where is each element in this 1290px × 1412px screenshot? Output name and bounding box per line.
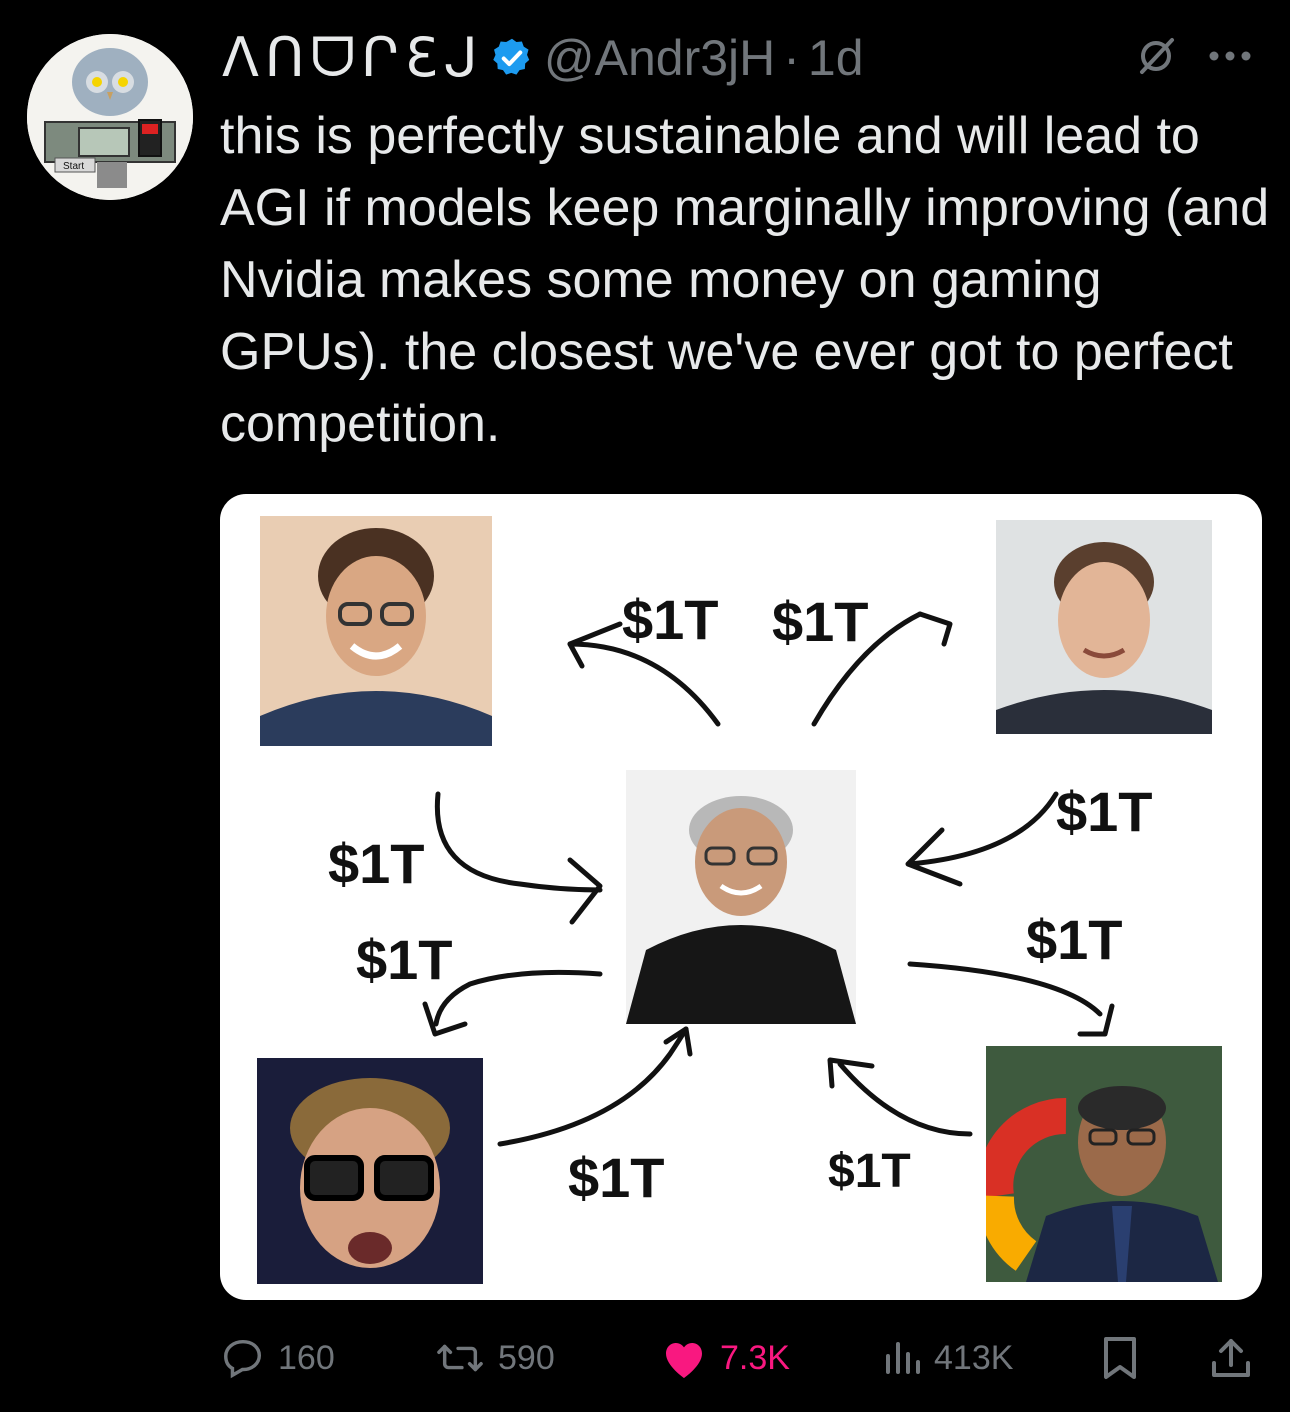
bookmark-button[interactable] [1100,1330,1140,1386]
label-top-right: $1T [772,590,869,653]
arrow-left-top-in [434,791,603,893]
views-icon [882,1338,922,1378]
arrow-bottom-right-in [837,1061,973,1137]
more-icon[interactable] [1208,49,1252,68]
repost-count: 590 [498,1338,555,1377]
handle[interactable]: @Andr3jH [544,29,775,87]
display-name[interactable]: ΛՈᗜՐƐᒍ [222,26,484,90]
action-bar: 160 590 7.3K 413K [220,1330,1270,1386]
like-button[interactable]: 7.3K [660,1330,790,1386]
bookmark-icon [1100,1335,1140,1381]
reply-count: 160 [278,1338,335,1377]
label-left-bottom: $1T [356,928,453,991]
label-right-bottom: $1T [1026,908,1123,971]
arrow-to-left-bottom [433,969,603,1027]
tweet-media[interactable]: $1T $1T $1T $1T $1T $1T $1T $1T [220,494,1262,1300]
repost-button[interactable]: 590 [434,1330,555,1386]
verified-icon [490,36,534,80]
repost-icon [434,1335,486,1381]
like-count: 7.3K [720,1338,790,1377]
timestamp[interactable]: 1d [808,29,864,87]
share-button[interactable] [1210,1330,1252,1386]
views-count: 413K [934,1338,1014,1377]
arrows-overlay [422,611,1115,1147]
tweet-text: this is perfectly sustainable and will l… [220,107,1270,453]
arrow-bottom-left-in [497,1026,689,1147]
heart-icon [660,1336,708,1380]
arrow-to-top-left [567,641,721,727]
label-bottom-left: $1T [568,1146,665,1209]
share-icon [1210,1335,1252,1381]
avatar-start-label: Start [63,161,84,172]
separator-dot: · [783,30,800,86]
avatar[interactable]: Start [27,34,193,200]
arrow-right-top-in [907,791,1059,867]
label-right-top: $1T [1056,780,1153,843]
arrow-to-right-bottom [907,961,1103,1017]
tweet-header: ΛՈᗜՐƐᒍ @Andr3jH · 1d [222,26,1272,90]
avatar-illustration: Start [27,34,193,200]
reply-button[interactable]: 160 [220,1330,335,1386]
label-top-left: $1T [622,588,719,651]
label-bottom-right: $1T [828,1145,911,1198]
views-button[interactable]: 413K [882,1330,1013,1386]
mute-icon[interactable] [1134,34,1178,83]
label-left-top: $1T [328,832,425,895]
reply-icon [220,1335,266,1381]
